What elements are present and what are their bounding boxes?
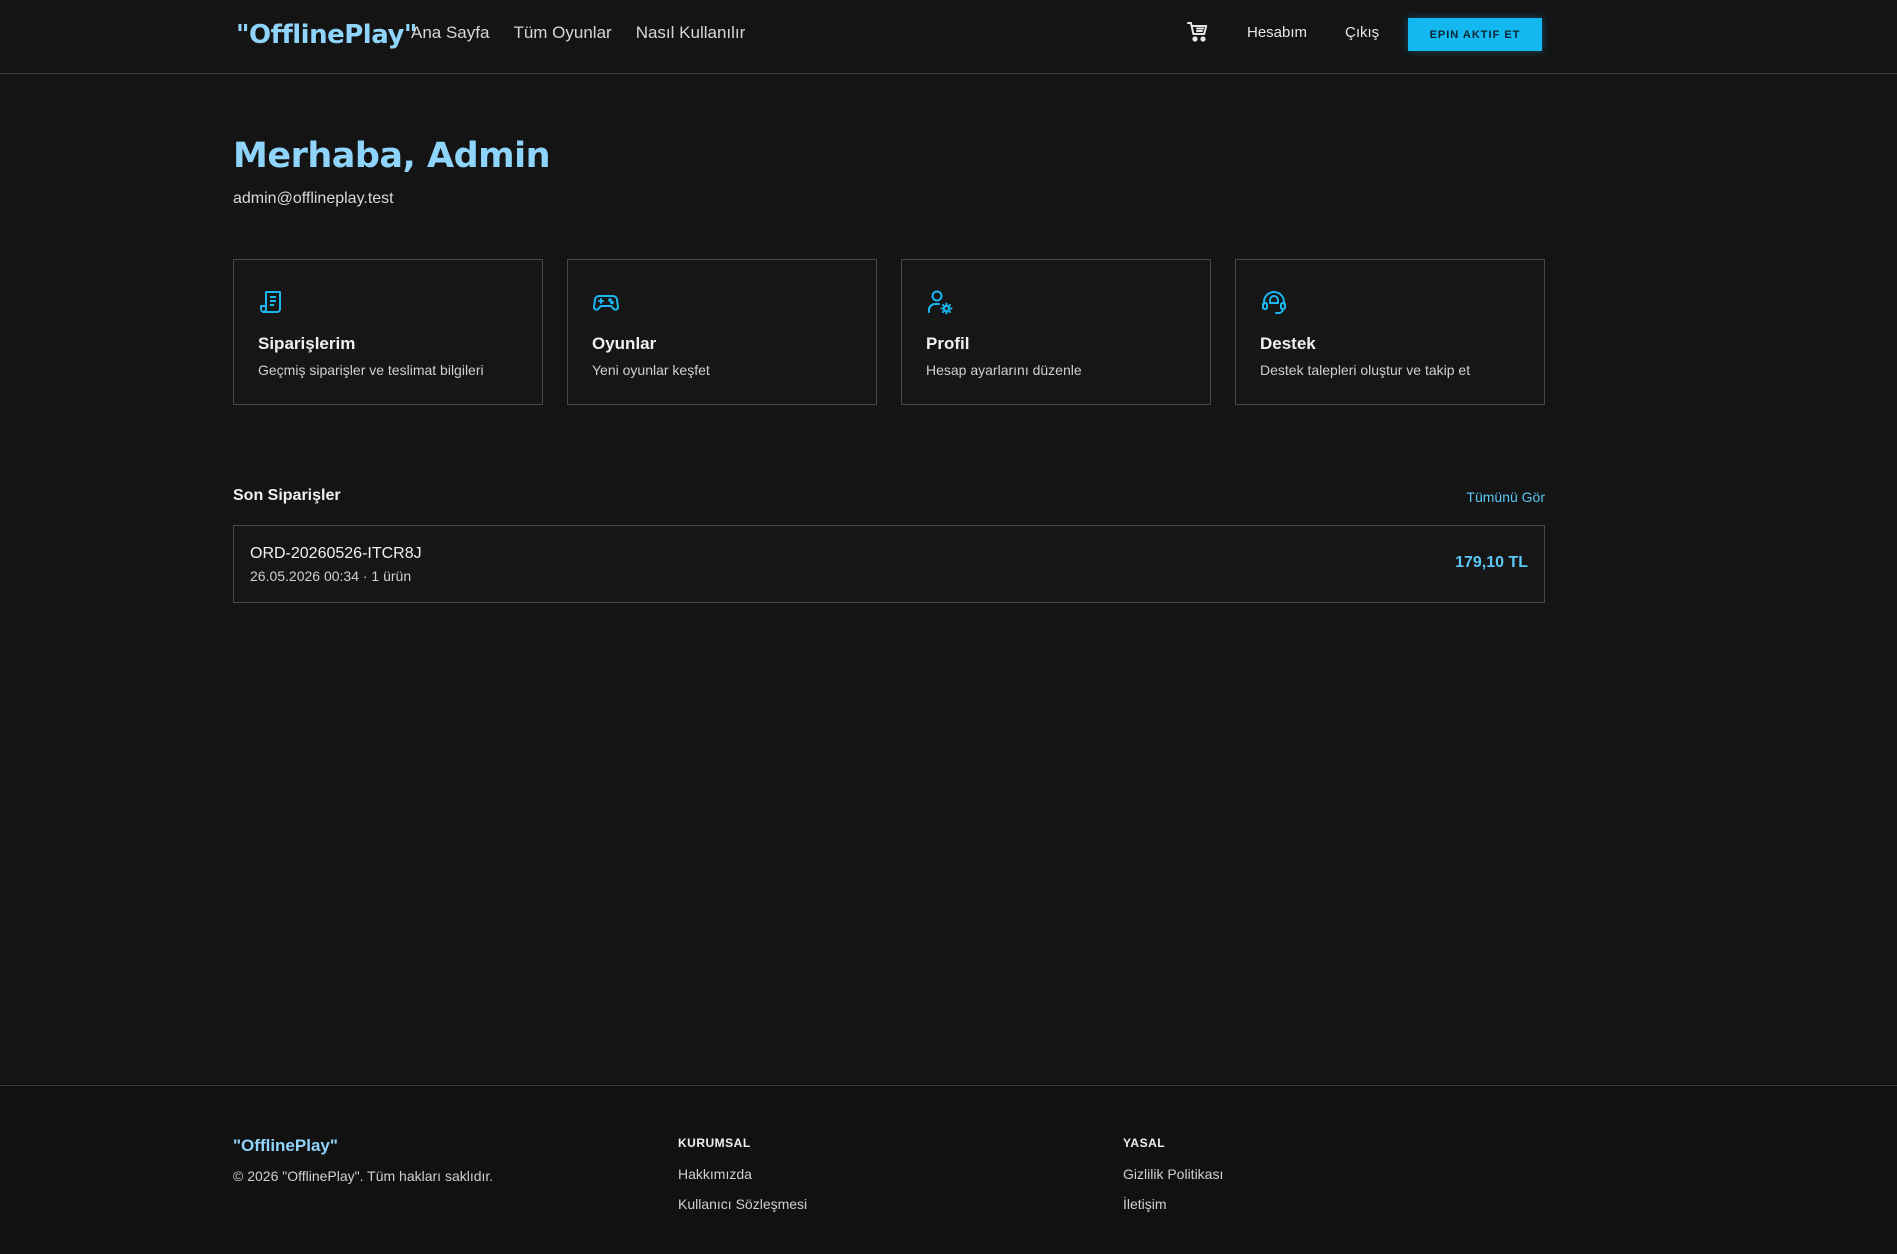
footer-corporate-column: KURUMSAL Hakkımızda Kullanıcı Sözleşmesi (678, 1136, 807, 1226)
card-support[interactable]: Destek Destek talepleri oluştur ve takip… (1235, 259, 1545, 405)
footer-logo: "OfflinePlay" (233, 1136, 338, 1155)
copyright-text: © 2026 "OfflinePlay". Tüm hakları saklıd… (233, 1168, 494, 1184)
order-total: 179,10 TL (1455, 554, 1528, 571)
footer-link-contact[interactable]: İletişim (1123, 1196, 1223, 1212)
greeting-title: Merhaba, Admin (233, 136, 551, 176)
footer-heading: KURUMSAL (678, 1136, 751, 1150)
see-all-orders-link[interactable]: Tümünü Gör (1466, 489, 1545, 505)
gamepad-icon (592, 288, 620, 316)
user-settings-icon (926, 288, 954, 316)
nav-how-to-use[interactable]: Nasıl Kullanılır (636, 22, 746, 44)
logout-link[interactable]: Çıkış (1345, 24, 1379, 41)
card-description: Hesap ayarlarını düzenle (926, 362, 1082, 378)
footer-heading: YASAL (1123, 1136, 1166, 1150)
card-profile[interactable]: Profil Hesap ayarlarını düzenle (901, 259, 1211, 405)
card-description: Geçmiş siparişler ve teslimat bilgileri (258, 362, 484, 378)
cart-icon[interactable] (1186, 20, 1210, 44)
site-footer: "OfflinePlay" © 2026 "OfflinePlay". Tüm … (0, 1085, 1897, 1254)
footer-legal-column: YASAL Gizlilik Politikası İletişim (1123, 1136, 1223, 1226)
card-title: Destek (1260, 334, 1316, 353)
card-title: Oyunlar (592, 334, 657, 353)
footer-link-privacy[interactable]: Gizlilik Politikası (1123, 1166, 1223, 1182)
nav-home[interactable]: Ana Sayfa (411, 22, 489, 44)
recent-orders-title: Son Siparişler (233, 487, 341, 504)
card-title: Profil (926, 334, 970, 353)
account-link[interactable]: Hesabım (1247, 24, 1307, 41)
user-email: admin@offlineplay.test (233, 190, 394, 207)
card-games[interactable]: Oyunlar Yeni oyunlar keşfet (567, 259, 877, 405)
site-logo[interactable]: "OfflinePlay" (236, 20, 417, 50)
receipt-icon (258, 288, 286, 316)
card-orders[interactable]: Siparişlerim Geçmiş siparişler ve teslim… (233, 259, 543, 405)
order-row[interactable]: ORD-20260526-ITCR8J 26.05.2026 00:34 · 1… (233, 525, 1545, 603)
main-nav: Ana Sayfa Tüm Oyunlar Nasıl Kullanılır (411, 22, 745, 44)
order-id: ORD-20260526-ITCR8J (250, 545, 422, 562)
headset-icon (1260, 288, 1288, 316)
epin-activate-button[interactable]: EPIN AKTIF ET (1408, 18, 1542, 51)
nav-all-games[interactable]: Tüm Oyunlar (513, 22, 611, 44)
footer-link-about[interactable]: Hakkımızda (678, 1166, 807, 1182)
footer-link-user-agreement[interactable]: Kullanıcı Sözleşmesi (678, 1196, 807, 1212)
order-meta: 26.05.2026 00:34 · 1 ürün (250, 568, 412, 584)
top-header: "OfflinePlay" Ana Sayfa Tüm Oyunlar Nası… (0, 0, 1897, 74)
card-description: Yeni oyunlar keşfet (592, 362, 710, 378)
card-description: Destek talepleri oluştur ve takip et (1260, 362, 1471, 378)
card-title: Siparişlerim (258, 334, 356, 353)
